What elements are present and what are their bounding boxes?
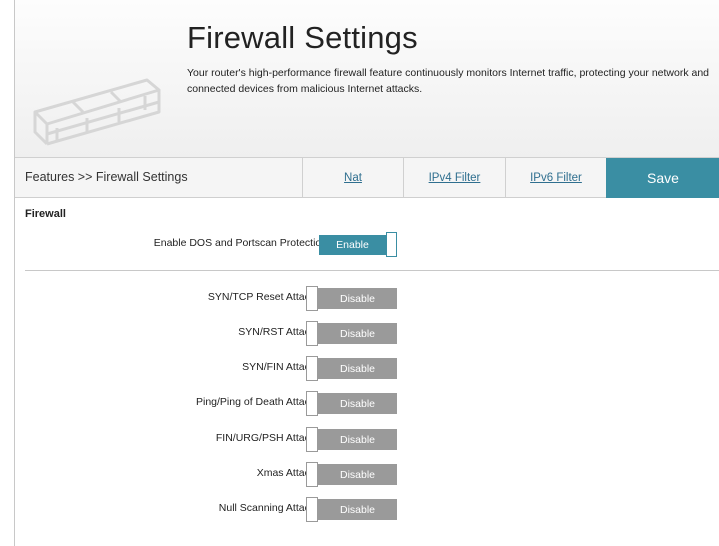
toggle-state-label: Disable <box>318 393 397 414</box>
toggle-state-label: Disable <box>318 358 397 379</box>
toggle-state-label: Disable <box>318 464 397 485</box>
attack-row-fin-urg-psh: FIN/URG/PSH Attack: Disable <box>15 427 719 452</box>
toggle-knob[interactable] <box>306 391 318 416</box>
syn-tcp-reset-toggle[interactable]: Disable <box>306 286 398 311</box>
tab-nat[interactable]: Nat <box>302 158 403 198</box>
toggle-state-label: Disable <box>318 499 397 520</box>
tab-ipv6-filter[interactable]: IPv6 Filter <box>505 158 606 198</box>
tab-bar: Features >> Firewall Settings Nat IPv4 F… <box>15 158 719 198</box>
dos-protection-label: Enable DOS and Portscan Protection: <box>153 237 330 249</box>
page-title: Firewall Settings <box>187 20 418 55</box>
fin-urg-psh-toggle[interactable]: Disable <box>306 427 398 452</box>
breadcrumb: Features >> Firewall Settings <box>25 170 188 184</box>
toggle-knob[interactable] <box>306 321 318 346</box>
tab-ipv4-filter[interactable]: IPv4 Filter <box>403 158 505 198</box>
null-scanning-toggle[interactable]: Disable <box>306 497 398 522</box>
attack-row-syn-tcp-reset: SYN/TCP Reset Attack: Disable <box>15 286 719 311</box>
divider <box>25 270 719 271</box>
ping-of-death-toggle[interactable]: Disable <box>306 391 398 416</box>
dos-protection-row: Enable DOS and Portscan Protection: Enab… <box>15 232 719 257</box>
toggle-knob[interactable] <box>306 427 318 452</box>
toggle-knob[interactable] <box>306 497 318 522</box>
attack-label: SYN/TCP Reset Attack: <box>207 291 318 303</box>
page-description: Your router's high-performance firewall … <box>187 67 710 95</box>
xmas-toggle[interactable]: Disable <box>306 462 398 487</box>
toggle-knob[interactable] <box>306 356 318 381</box>
attack-row-syn-fin: SYN/FIN Attack: Disable <box>15 356 719 381</box>
syn-fin-toggle[interactable]: Disable <box>306 356 398 381</box>
attack-label: Null Scanning Attack: <box>218 502 318 514</box>
attack-row-null-scanning: Null Scanning Attack: Disable <box>15 497 719 522</box>
toggle-knob[interactable] <box>306 286 318 311</box>
attack-label: Ping/Ping of Death Attack: <box>196 396 318 408</box>
toggle-knob[interactable] <box>386 232 397 257</box>
toggle-state-label: Disable <box>318 429 397 450</box>
attack-row-syn-rst: SYN/RST Attack: Disable <box>15 321 719 346</box>
toggle-state-label: Disable <box>318 323 397 344</box>
attack-label: FIN/URG/PSH Attack: <box>215 432 318 444</box>
toggle-knob[interactable] <box>306 462 318 487</box>
toggle-state-label: Enable <box>319 235 386 255</box>
page-header: Firewall Settings Your router's high-per… <box>15 0 719 158</box>
save-button[interactable]: Save <box>606 158 719 198</box>
dos-protection-toggle[interactable]: Enable <box>319 232 397 257</box>
attack-row-ping-of-death: Ping/Ping of Death Attack: Disable <box>15 391 719 416</box>
syn-rst-toggle[interactable]: Disable <box>306 321 398 346</box>
page-frame: Firewall Settings Your router's high-per… <box>14 0 719 546</box>
toggle-state-label: Disable <box>318 288 397 309</box>
attack-row-xmas: Xmas Attack: Disable <box>15 462 719 487</box>
brick-wall-icon <box>33 78 161 146</box>
section-title-firewall: Firewall <box>25 208 66 220</box>
